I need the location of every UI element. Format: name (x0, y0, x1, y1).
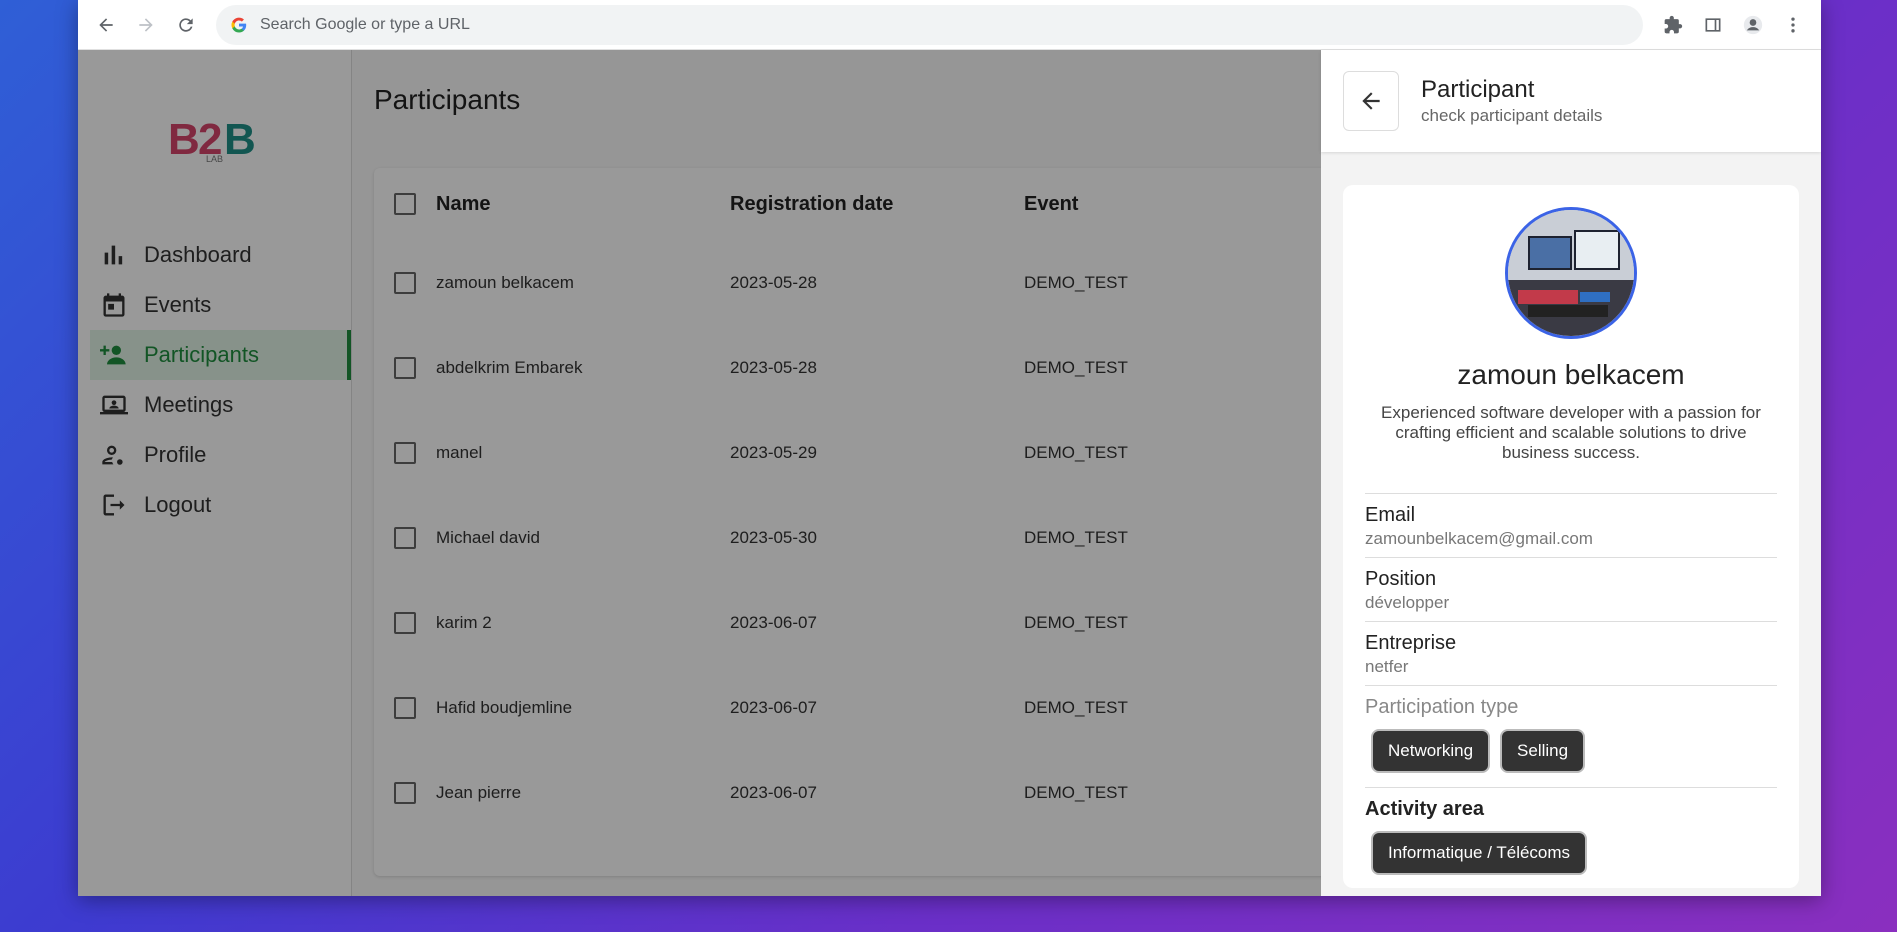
participation-label: Participation type (1365, 696, 1519, 718)
position-value: développer (1365, 593, 1450, 612)
position-field: Position développer (1365, 557, 1777, 621)
drawer-subtitle: check participant details (1421, 106, 1603, 125)
chip-activity: Informatique / Télécoms (1371, 831, 1588, 875)
back-icon[interactable] (86, 5, 126, 45)
company-field: Entreprise netfer (1365, 621, 1777, 685)
chip-selling: Selling (1500, 729, 1586, 773)
email-field: Email zamounbelkacem@gmail.com (1365, 493, 1777, 557)
participant-bio: Experienced software developer with a pa… (1381, 403, 1761, 462)
browser-toolbar: Search Google or type a URL (78, 0, 1821, 50)
participation-chips: Networking Selling (1365, 729, 1777, 773)
email-label: Email (1365, 504, 1416, 526)
drawer-title: Participant (1421, 76, 1535, 103)
kebab-menu-icon[interactable] (1773, 5, 1813, 45)
drawer-back-button[interactable] (1343, 71, 1399, 131)
participation-field: Participation type Networking Selling (1365, 685, 1777, 787)
avatar (1505, 207, 1637, 339)
forward-icon[interactable] (126, 5, 166, 45)
reload-icon[interactable] (166, 5, 206, 45)
browser-window: Search Google or type a URL B 2 B LAB Da… (78, 0, 1821, 896)
extensions-icon[interactable] (1653, 5, 1693, 45)
participant-drawer: Participant check participant details za… (1321, 50, 1821, 896)
omnibox-placeholder: Search Google or type a URL (260, 15, 470, 33)
account-icon[interactable] (1733, 5, 1773, 45)
company-label: Entreprise (1365, 632, 1457, 654)
activity-field: Activity area Informatique / Télécoms (1365, 787, 1777, 883)
activity-chips: Informatique / Télécoms (1365, 831, 1777, 875)
participant-card: zamoun belkacem Experienced software dev… (1343, 185, 1799, 888)
chip-networking: Networking (1371, 729, 1491, 773)
email-value: zamounbelkacem@gmail.com (1365, 529, 1593, 548)
participant-name: zamoun belkacem (1457, 359, 1685, 390)
activity-label: Activity area (1365, 798, 1484, 820)
side-panel-icon[interactable] (1693, 5, 1733, 45)
google-icon (231, 17, 247, 32)
company-value: netfer (1365, 657, 1409, 676)
address-bar[interactable]: Search Google or type a URL (216, 4, 1643, 45)
position-label: Position (1365, 568, 1437, 590)
arrow-left-icon (1362, 92, 1380, 110)
drawer-header: Participant check participant details (1321, 50, 1821, 152)
